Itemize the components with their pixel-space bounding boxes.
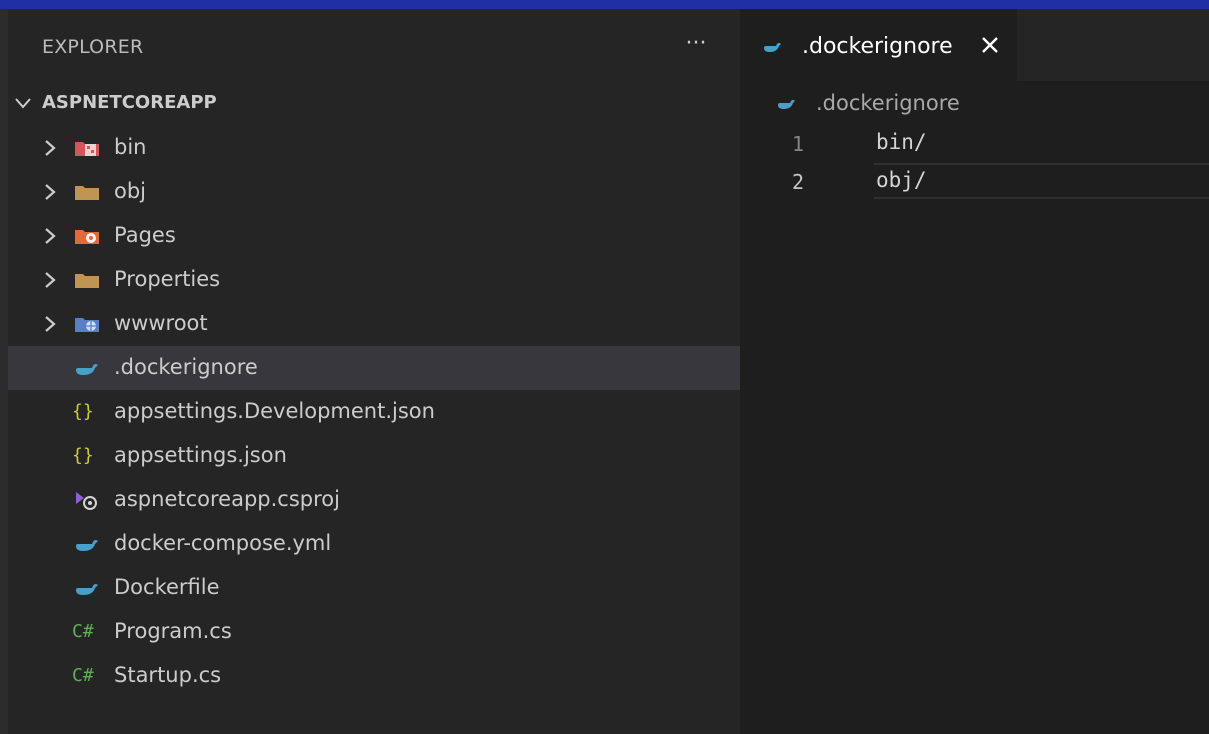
chevron-right-icon xyxy=(45,184,56,200)
tree-item-program-cs[interactable]: C# Program.cs xyxy=(8,610,740,654)
line-text[interactable]: obj/ xyxy=(876,168,927,192)
editor-line[interactable]: 1 bin/ xyxy=(740,125,1209,163)
tree-item-label: appsettings.json xyxy=(114,443,287,467)
tree-item-dockerfile[interactable]: Dockerfile xyxy=(8,566,740,610)
tree-item-properties[interactable]: Properties xyxy=(8,258,740,302)
tree-item-label: Dockerfile xyxy=(114,575,220,599)
tree-item-appsettings-json[interactable]: {} appsettings.json xyxy=(8,434,740,478)
folder-icon xyxy=(75,274,99,288)
title-accent-bar xyxy=(0,0,1209,9)
chevron-right-icon xyxy=(45,228,56,244)
folder-www-icon xyxy=(75,318,99,332)
tree-item-startup-cs[interactable]: C# Startup.cs xyxy=(8,654,740,698)
folder-icon xyxy=(75,186,99,200)
csharp-icon: C# xyxy=(72,665,94,686)
file-tree: bin obj Pages Properties wwwroot .docker… xyxy=(8,126,740,698)
project-folder-header[interactable]: ASPNETCOREAPP xyxy=(8,88,740,120)
tree-item-bin[interactable]: bin xyxy=(8,126,740,170)
tab-dockerignore[interactable]: .dockerignore xyxy=(740,9,1017,81)
tree-item-label: appsettings.Development.json xyxy=(114,399,435,423)
line-number: 2 xyxy=(792,170,805,194)
editor-line-active[interactable]: 2 obj/ xyxy=(740,163,1209,201)
breadcrumb-label: .dockerignore xyxy=(816,91,960,115)
tree-item-label: Startup.cs xyxy=(114,663,222,687)
docker-icon xyxy=(76,584,98,595)
tree-item-label: docker-compose.yml xyxy=(114,531,332,555)
tree-item-appsettings-development-json[interactable]: {} appsettings.Development.json xyxy=(8,390,740,434)
tab-label: .dockerignore xyxy=(802,34,953,59)
tree-item-wwwroot[interactable]: wwwroot xyxy=(8,302,740,346)
tree-item-pages[interactable]: Pages xyxy=(8,214,740,258)
folder-bin-icon xyxy=(75,142,99,156)
tree-item-dockerignore[interactable]: .dockerignore xyxy=(8,346,740,390)
more-actions-button[interactable]: ··· xyxy=(678,31,714,61)
tree-item-csproj[interactable]: aspnetcoreapp.csproj xyxy=(8,478,740,522)
project-name: ASPNETCOREAPP xyxy=(42,92,217,113)
tree-item-label: bin xyxy=(114,135,147,159)
editor-tab-bar: .dockerignore xyxy=(740,9,1209,81)
chevron-down-icon xyxy=(15,98,31,109)
tree-item-label: Pages xyxy=(114,223,176,247)
tree-item-obj[interactable]: obj xyxy=(8,170,740,214)
breadcrumb[interactable]: .dockerignore xyxy=(740,81,1209,125)
chevron-right-icon xyxy=(45,140,56,156)
chevron-right-icon xyxy=(45,272,56,288)
explorer-sidebar: EXPLORER ··· ASPNETCOREAPP bin obj Pages… xyxy=(8,9,740,734)
tree-item-label: wwwroot xyxy=(114,311,208,335)
tree-item-label: aspnetcoreapp.csproj xyxy=(114,487,340,511)
explorer-header: EXPLORER ··· xyxy=(8,9,740,84)
tree-item-label: .dockerignore xyxy=(114,355,258,379)
folder-pages-icon xyxy=(75,230,99,244)
line-text[interactable]: bin/ xyxy=(876,130,927,154)
line-number: 1 xyxy=(792,132,805,156)
tree-item-label: Program.cs xyxy=(114,619,232,643)
csproj-icon xyxy=(76,492,97,510)
activity-bar-edge xyxy=(0,9,8,734)
csharp-icon: C# xyxy=(72,621,94,642)
docker-icon xyxy=(76,540,98,551)
explorer-title: EXPLORER xyxy=(42,36,144,58)
json-icon: {} xyxy=(72,445,94,466)
docker-icon xyxy=(778,99,795,109)
tree-item-label: obj xyxy=(114,179,147,203)
tree-item-label: Properties xyxy=(114,267,221,291)
docker-icon xyxy=(76,364,98,375)
json-icon: {} xyxy=(72,401,94,422)
tree-item-docker-compose[interactable]: docker-compose.yml xyxy=(8,522,740,566)
chevron-right-icon xyxy=(45,316,56,332)
close-icon[interactable] xyxy=(978,33,1002,57)
code-editor[interactable]: 1 bin/ 2 obj/ xyxy=(740,125,1209,734)
docker-icon xyxy=(764,42,781,52)
